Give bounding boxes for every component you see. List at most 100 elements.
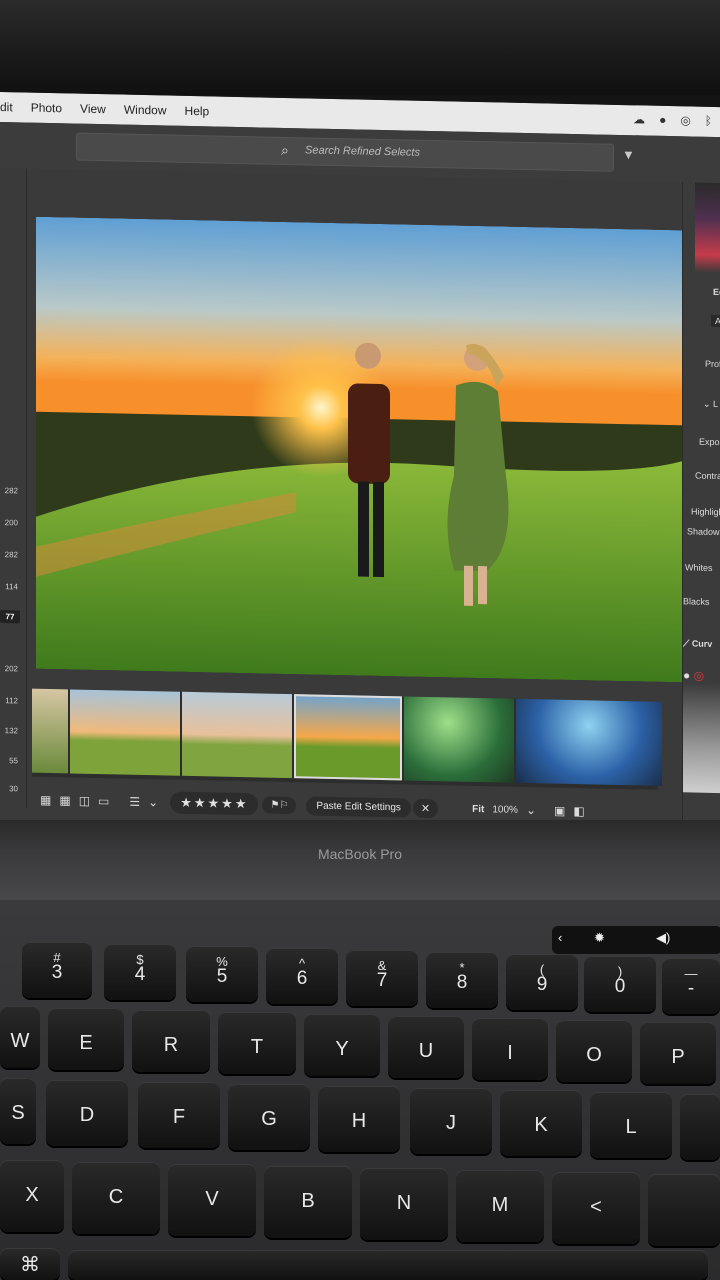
key-c[interactable]: C [72, 1162, 160, 1234]
left-count: 112 [5, 696, 18, 706]
filmstrip-thumb[interactable] [516, 698, 662, 786]
filmstrip-thumb[interactable] [182, 691, 292, 779]
key-b[interactable]: B [264, 1166, 352, 1238]
filmstrip-thumb[interactable] [70, 689, 180, 776]
key-h[interactable]: H [318, 1086, 400, 1152]
grid-view-icon[interactable]: ▦ [40, 793, 51, 807]
zoom-fit-button[interactable]: Fit [472, 803, 484, 814]
left-count: 114 [5, 582, 18, 592]
key-s[interactable]: S [0, 1078, 36, 1144]
security-icon[interactable]: ● [659, 113, 666, 127]
left-count: 282 [4, 486, 18, 496]
key-x[interactable]: X [0, 1160, 64, 1232]
brightness-icon[interactable]: ✹ [594, 930, 605, 946]
main-photo-preview[interactable] [36, 216, 690, 683]
menu-photo[interactable]: Photo [31, 101, 62, 116]
filmstrip-thumb[interactable] [404, 696, 514, 783]
key-r[interactable]: R [132, 1010, 210, 1072]
screen-bezel-top [0, 0, 720, 95]
filter-icon[interactable]: ▼ [622, 147, 635, 162]
flag-icon[interactable]: ⚑⚐ [262, 795, 297, 814]
paste-edit-settings-button[interactable]: Paste Edit Settings [306, 795, 411, 818]
key-semicolon[interactable] [680, 1094, 720, 1160]
key-j[interactable]: J [410, 1088, 492, 1154]
key-u[interactable]: U [388, 1016, 464, 1078]
key-g[interactable]: G [228, 1084, 310, 1150]
sort-icon[interactable]: ☰ [129, 795, 140, 809]
curve-graph[interactable] [683, 682, 720, 794]
loupe-view-icon[interactable]: ▭ [98, 794, 109, 808]
filmstrip-thumb[interactable] [32, 688, 68, 774]
key-m[interactable]: M [456, 1170, 544, 1242]
sync-icon[interactable]: ◎ [680, 113, 690, 127]
menu-edit[interactable]: dit [0, 100, 13, 114]
square-grid-icon[interactable]: ▦ [59, 793, 70, 807]
key-i[interactable]: I [472, 1018, 548, 1080]
key-command[interactable]: ⌘ [0, 1248, 60, 1280]
volume-icon[interactable]: ◀) [656, 930, 670, 946]
profile-label[interactable]: Prof [705, 359, 720, 369]
search-input[interactable]: ⌕ Search Refined Selects [76, 132, 614, 172]
auto-button[interactable]: A [711, 314, 720, 328]
key-d[interactable]: D [46, 1080, 128, 1146]
blacks-label: Blacks [683, 596, 710, 607]
chevron-down-icon[interactable]: ⌄ [526, 803, 536, 817]
key-o[interactable]: O [556, 1020, 632, 1082]
histogram [695, 182, 720, 274]
highlights-label: Highligh [691, 506, 720, 518]
before-after-icon[interactable]: ▣ [554, 804, 565, 818]
key-f[interactable]: F [138, 1082, 220, 1148]
zoom-level[interactable]: 100% [492, 804, 518, 816]
light-section-toggle[interactable]: ⌄ L [703, 399, 718, 410]
key-y[interactable]: Y [304, 1014, 380, 1076]
key-space[interactable] [68, 1250, 708, 1280]
key-0[interactable]: ) 0 [584, 956, 656, 1012]
key-p[interactable]: P [640, 1022, 716, 1084]
key-5[interactable]: % 5 [186, 946, 258, 1002]
left-count: 132 [4, 726, 18, 736]
key-comma[interactable]: < [552, 1172, 640, 1244]
star-rating[interactable]: ★★★★★ [170, 791, 259, 816]
menu-help[interactable]: Help [185, 104, 210, 119]
key-l[interactable]: L [590, 1092, 672, 1158]
key-9[interactable]: (9 [506, 954, 578, 1010]
left-count: 200 [4, 518, 18, 528]
chevron-down-icon[interactable]: ⌄ [148, 795, 158, 809]
touch-bar: ‹ ✹ ◀) [552, 926, 720, 954]
curves-section[interactable]: ⟋ Curv [683, 638, 712, 650]
bluetooth-icon[interactable]: ᛒ [705, 114, 712, 128]
filmstrip [32, 688, 662, 790]
menu-view[interactable]: View [80, 102, 106, 117]
curve-channel-icon[interactable]: ● ◎ [683, 668, 704, 682]
contrast-label: Contra [695, 470, 720, 482]
exposure-label: Expos [699, 436, 720, 448]
left-count: 55 [9, 756, 18, 766]
key-n[interactable]: N [360, 1168, 448, 1240]
split-view-icon[interactable]: ◧ [573, 804, 584, 818]
key-k[interactable]: K [500, 1090, 582, 1156]
shadows-label: Shadows [687, 526, 720, 538]
key-e[interactable]: E [48, 1008, 124, 1070]
edit-panel: Ed A Prof ⌄ L Expos Contra Highligh Shad… [682, 182, 720, 844]
filmstrip-thumb-selected[interactable] [294, 694, 402, 781]
key-v[interactable]: V [168, 1164, 256, 1236]
key-t[interactable]: T [218, 1012, 296, 1074]
compare-view-icon[interactable]: ◫ [79, 794, 90, 808]
key-w[interactable]: W [0, 1006, 40, 1068]
curves-label: Curv [691, 638, 713, 649]
whites-label: Whites [685, 562, 713, 573]
key-minus[interactable]: — - [662, 958, 720, 1014]
key-7[interactable]: & 7 [346, 950, 418, 1006]
key-6[interactable]: ^ 6 [266, 948, 338, 1004]
close-icon[interactable]: ✕ [412, 798, 439, 818]
key-8[interactable]: * 8 [426, 952, 498, 1008]
key-3[interactable]: #3 [22, 942, 92, 998]
cloud-icon[interactable]: ☁ [633, 112, 645, 126]
menu-window[interactable]: Window [124, 103, 167, 118]
left-count: 202 [4, 664, 18, 674]
key-4[interactable]: $4 [104, 944, 176, 1000]
chevron-left-icon[interactable]: ‹ [558, 930, 562, 945]
left-count-selected[interactable]: 77 [0, 610, 20, 624]
search-placeholder: Search Refined Selects [305, 144, 420, 159]
key-period[interactable] [648, 1174, 720, 1246]
